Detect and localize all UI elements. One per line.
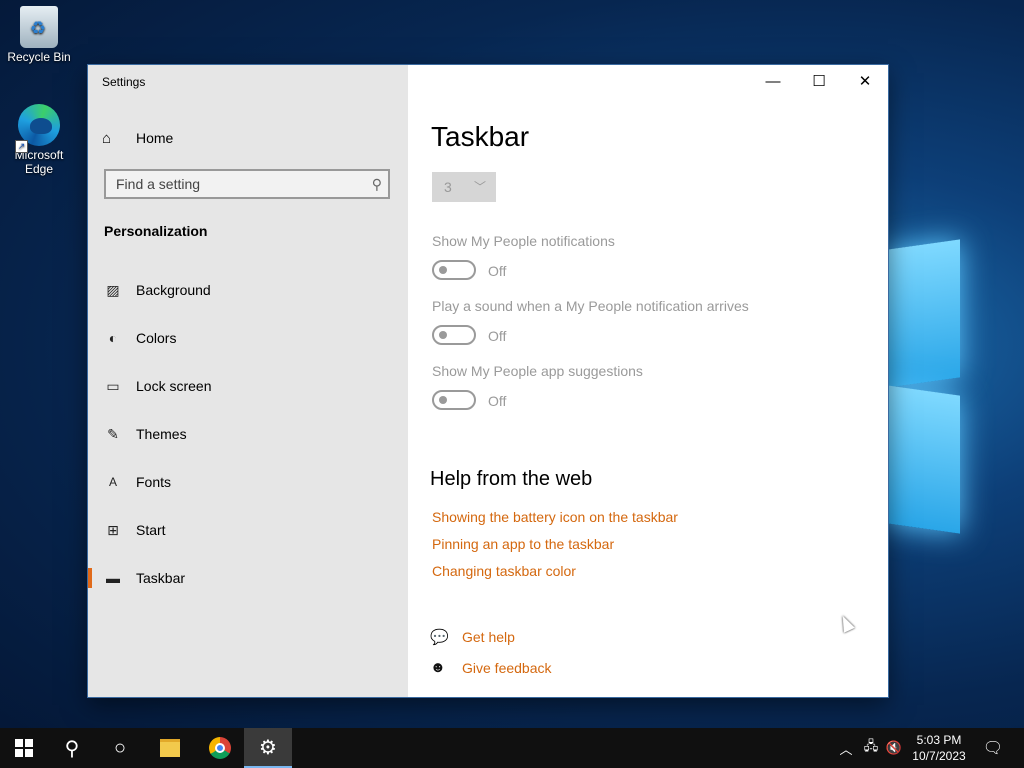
cortana-button[interactable]: ○ — [96, 728, 144, 768]
search-input[interactable]: Find a setting ⚲ — [104, 169, 390, 199]
network-tray-button[interactable]: 🖧 — [860, 728, 882, 768]
sidebar-item-label: Themes — [136, 426, 187, 442]
font-icon: A — [108, 475, 117, 489]
sidebar-item-colors[interactable]: ◐ Colors — [88, 322, 408, 354]
settings-window: Settings ⌂ Home Find a setting ⚲ Persona… — [88, 65, 888, 697]
toggle-people-sound[interactable] — [432, 325, 476, 345]
chrome-button[interactable] — [196, 728, 244, 768]
cortana-icon: ○ — [113, 736, 127, 759]
notification-icon: 🗨 — [982, 740, 1004, 757]
people-count-dropdown[interactable]: 3 ﹀ — [432, 172, 496, 202]
start-button[interactable] — [0, 728, 48, 768]
desktop-icon-edge[interactable]: ↗ Microsoft Edge — [1, 104, 77, 176]
search-icon: ⚲ — [64, 737, 80, 760]
palette-icon: ◐ — [108, 330, 118, 346]
toggle-state: Off — [488, 393, 507, 409]
clock-date: 10/7/2023 — [912, 749, 966, 763]
dropdown-value: 3 — [444, 179, 452, 195]
recycle-bin-icon: ♻ — [20, 6, 58, 48]
window-title: Settings — [102, 75, 146, 89]
taskbar-icon: ▬ — [106, 570, 120, 586]
toggle-people-suggestions[interactable] — [432, 390, 476, 410]
help-link-pinning[interactable]: Pinning an app to the taskbar — [432, 536, 614, 552]
setting-label: Show My People notifications — [432, 233, 615, 249]
sidebar-item-label: Taskbar — [136, 570, 186, 586]
gear-icon: ⚙ — [259, 736, 277, 759]
sidebar-item-label: Fonts — [136, 474, 172, 490]
nav-home-label: Home — [136, 130, 174, 146]
help-section-title: Help from the web — [430, 468, 593, 490]
search-placeholder: Find a setting — [116, 176, 201, 192]
brush-icon: ✎ — [107, 425, 119, 442]
clock-time: 5:03 PM — [916, 733, 962, 747]
sidebar-item-label: Start — [136, 522, 166, 538]
volume-tray-button[interactable]: 🔇 — [884, 728, 904, 768]
taskbar: ⚲ ○ ⚙ ︿ 🖧 🔇 5:03 PM 10/7/2023 🗨 — [0, 728, 1024, 768]
sidebar-item-fonts[interactable]: A Fonts — [88, 466, 408, 498]
show-hidden-icons-button[interactable]: ︿ — [836, 728, 856, 768]
main-content: — ☐ ✕ Taskbar 3 ﹀ Show My People notific… — [408, 65, 888, 697]
image-icon: ▨ — [106, 281, 120, 298]
settings-taskbar-button[interactable]: ⚙ — [244, 728, 292, 768]
file-explorer-button[interactable] — [146, 728, 194, 768]
desktop-icon-recycle-bin[interactable]: ♻ Recycle Bin — [1, 6, 77, 64]
give-feedback-link[interactable]: ☻ Give feedback — [430, 659, 552, 676]
sidebar-item-taskbar[interactable]: ▬ Taskbar — [88, 562, 408, 594]
toggle-state: Off — [488, 328, 507, 344]
nav-home[interactable]: ⌂ Home — [102, 127, 173, 149]
windows-logo-wallpaper — [880, 230, 970, 534]
start-icon: ⊞ — [107, 521, 119, 538]
network-icon: 🖧 — [863, 738, 879, 753]
chevron-up-icon: ︿ — [839, 741, 853, 757]
desktop-icon-label: Recycle Bin — [7, 50, 71, 64]
toggle-people-notifications[interactable] — [432, 260, 476, 280]
monitor-icon: ▭ — [106, 377, 120, 394]
sidebar-item-label: Lock screen — [136, 378, 212, 394]
sidebar-item-label: Colors — [136, 330, 177, 346]
clock[interactable]: 5:03 PM 10/7/2023 — [904, 732, 974, 764]
chrome-icon — [209, 737, 231, 759]
sidebar-item-background[interactable]: ▨ Background — [88, 274, 408, 306]
action-center-button[interactable]: 🗨 — [978, 728, 1008, 768]
sidebar: Settings ⌂ Home Find a setting ⚲ Persona… — [88, 65, 408, 697]
sidebar-item-themes[interactable]: ✎ Themes — [88, 418, 408, 450]
shortcut-arrow-icon: ↗ — [15, 140, 28, 153]
windows-icon — [15, 739, 33, 757]
minimize-button[interactable]: — — [750, 65, 796, 97]
give-feedback-label: Give feedback — [462, 659, 552, 676]
setting-label: Play a sound when a My People notificati… — [432, 298, 749, 314]
help-link-battery[interactable]: Showing the battery icon on the taskbar — [432, 509, 678, 525]
chevron-down-icon: ﹀ — [473, 180, 486, 194]
feedback-icon: ☻ — [430, 659, 446, 676]
section-title: Personalization — [104, 223, 208, 239]
search-button[interactable]: ⚲ — [48, 728, 96, 768]
close-button[interactable]: ✕ — [842, 65, 888, 97]
folder-icon — [160, 739, 180, 757]
home-icon: ⌂ — [102, 129, 112, 147]
sidebar-item-lock-screen[interactable]: ▭ Lock screen — [88, 370, 408, 402]
page-title: Taskbar — [431, 121, 530, 152]
maximize-button[interactable]: ☐ — [796, 65, 842, 97]
volume-muted-icon: 🔇 — [885, 740, 903, 755]
get-help-label: Get help — [462, 629, 515, 645]
toggle-state: Off — [488, 263, 507, 279]
chat-help-icon: 💬 — [430, 629, 449, 646]
search-icon: ⚲ — [371, 176, 382, 192]
get-help-link[interactable]: 💬 Get help — [430, 628, 515, 646]
setting-label: Show My People app suggestions — [432, 363, 643, 379]
sidebar-item-label: Background — [136, 282, 211, 298]
window-controls: — ☐ ✕ — [750, 65, 888, 97]
sidebar-item-start[interactable]: ⊞ Start — [88, 514, 408, 546]
help-link-color[interactable]: Changing taskbar color — [432, 563, 576, 579]
